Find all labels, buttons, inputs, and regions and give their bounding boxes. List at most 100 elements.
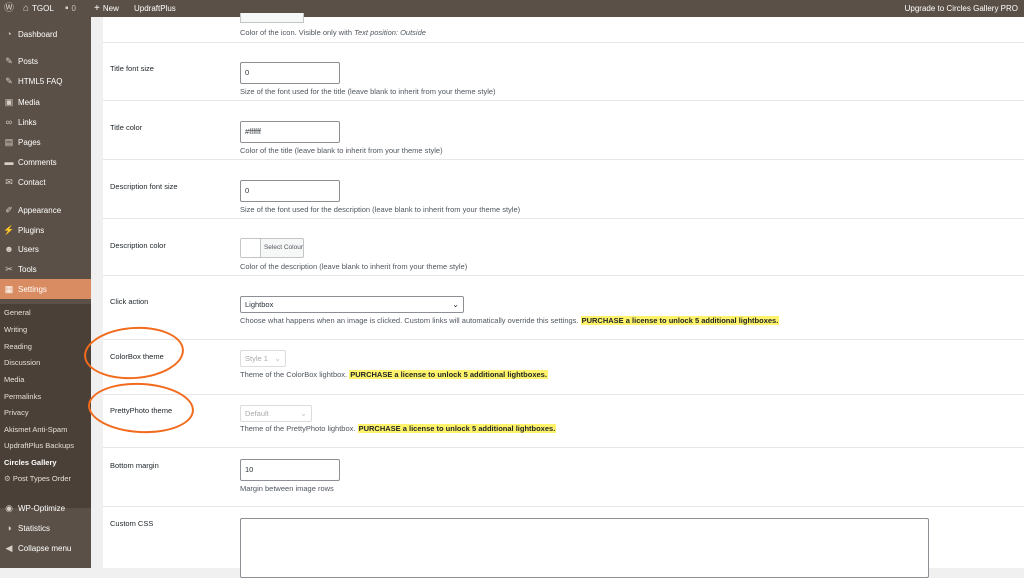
menu-label: Comments [18,157,57,167]
bottom-margin-desc: Margin between image rows [240,484,334,493]
gear-icon: ⚙ [4,474,11,483]
menu-media[interactable]: ▣ Media [0,92,91,112]
submenu-akismet[interactable]: Akismet Anti-Spam [4,425,67,434]
settings-submenu: General Writing Reading Discussion Media… [0,304,91,508]
description-color-label: Description color [110,241,166,250]
menu-label: Tools [18,264,37,274]
select-colour-label: Select Colour [263,244,303,251]
menu-wp-optimize[interactable]: ◉ WP-Optimize [0,498,91,518]
description-font-size-desc: Size of the font used for the descriptio… [240,205,521,214]
updraftplus-label: UpdraftPlus [134,4,176,13]
select-value: Lightbox [245,300,274,309]
desc-emphasis: Text position: Outside [354,28,426,37]
click-action-label: Click action [110,297,149,306]
submenu-permalinks[interactable]: Permalinks [4,392,41,401]
colorbox-theme-select[interactable]: Style 1 ⌄ [240,350,286,367]
bottom-margin-input[interactable]: 10 [240,459,340,481]
menu-html5faq[interactable]: ✎ HTML5 FAQ [0,71,91,91]
submenu-privacy[interactable]: Privacy [4,408,29,417]
desc-text: Color of the icon. Visible only with [240,28,355,37]
menu-label: Users [18,244,39,254]
prettyphoto-theme-desc: Theme of the PrettyPhoto lightbox. PURCH… [240,424,557,433]
submenu-circles-gallery[interactable]: Circles Gallery [4,458,57,467]
new-content-link[interactable]: + New [94,0,119,17]
home-icon: ⌂ [23,3,30,14]
settings-row-custom-css: Custom CSS [103,506,1024,578]
menu-label: Collapse menu [18,543,72,553]
menu-label: Dashboard [18,29,58,39]
click-action-desc: Choose what happens when an image is cli… [240,316,780,325]
menu-label: Media [18,97,40,107]
icon-color-desc: Color of the icon. Visible only with Tex… [240,28,426,37]
menu-appearance[interactable]: ✐ Appearance [0,200,91,220]
menu-statistics[interactable]: ◑ Statistics [0,518,91,538]
plugin-icon: ⚡ [3,224,15,235]
wp-optimize-icon: ◉ [5,502,13,513]
description-color-button[interactable]: Select Colour [240,238,304,258]
colorbox-theme-desc: Theme of the ColorBox lightbox. PURCHASE… [240,370,548,379]
menu-label: WP-Optimize [18,503,66,513]
submenu-reading[interactable]: Reading [4,342,32,351]
updraftplus-link[interactable]: UpdraftPlus [134,0,176,17]
menu-label: HTML5 FAQ [18,76,63,86]
submenu-label: Post Types Order [12,474,72,483]
chevron-down-icon: ⌄ [300,409,307,418]
chevron-down-icon: ⌄ [274,354,281,363]
menu-contact[interactable]: ✉ Contact [0,172,91,192]
wrench-icon: ✂ [5,263,13,274]
menu-label: Contact [18,177,46,187]
click-action-select[interactable]: Lightbox ⌄ [240,296,464,313]
mail-icon: ✉ [5,176,13,187]
submenu-general[interactable]: General [4,308,31,317]
menu-collapse[interactable]: ◀ Collapse menu [0,538,91,558]
settings-row-bottom-margin: Bottom margin 10 Margin between image ro… [103,447,1024,507]
menu-tools[interactable]: ✂ Tools [0,259,91,279]
menu-posts[interactable]: ✎ Posts [0,51,91,71]
icon-color-button[interactable] [240,13,304,23]
menu-comments[interactable]: ▬ Comments [0,152,91,172]
comment-icon: ▬ [4,157,14,167]
prettyphoto-theme-select[interactable]: Default ⌄ [240,405,312,422]
comment-icon: ▪ [65,3,69,14]
custom-css-label: Custom CSS [110,519,154,528]
title-color-input[interactable]: #ffffff [240,121,340,143]
title-font-size-input[interactable]: 0 [240,62,340,84]
menu-pages[interactable]: ▤ Pages [0,132,91,152]
pages-icon: ▤ [4,136,14,147]
site-name: TGOL [32,4,54,13]
desc-text: Theme of the ColorBox lightbox. [240,370,348,379]
select-value: Default [245,409,269,418]
menu-settings[interactable]: ▦ Settings [0,279,91,299]
settings-row-icon-color: Color of the icon. Visible only with Tex… [103,13,1024,43]
title-color-label: Title color [110,123,143,132]
select-value: Style 1 [245,354,268,363]
description-font-size-input[interactable]: 0 [240,180,340,202]
submenu-discussion[interactable]: Discussion [4,358,40,367]
color-swatch [241,239,261,257]
menu-label: Pages [18,137,41,147]
submenu-updraftplus-backups[interactable]: UpdraftPlus Backups [4,441,74,450]
submenu-media[interactable]: Media [4,375,24,384]
site-name-link[interactable]: ⌂ TGOL [23,0,54,17]
admin-bar: Ⓦ ⌂ TGOL ▪ 0 + New UpdraftPlus Upgrade t… [0,0,1024,17]
settings-content: Color of the icon. Visible only with Tex… [82,13,1024,578]
menu-links[interactable]: ∞ Links [0,112,91,132]
custom-css-textarea[interactable] [240,518,929,578]
wordpress-logo[interactable]: Ⓦ [4,0,14,17]
comments-link[interactable]: ▪ 0 [65,0,76,17]
link-icon: ∞ [5,117,13,127]
submenu-post-types-order[interactable]: ⚙ Post Types Order [4,474,71,483]
menu-plugins[interactable]: ⚡ Plugins [0,220,91,240]
settings-row-title-color: Title color #ffffff Color of the title (… [103,100,1024,160]
purchase-promo: PURCHASE a license to unlock 5 additiona… [349,370,548,379]
submenu-writing[interactable]: Writing [4,325,27,334]
media-icon: ▣ [4,96,14,107]
menu-dashboard[interactable]: ◔ Dashboard [0,24,91,44]
title-font-size-desc: Size of the font used for the title (lea… [240,87,496,96]
title-color-desc: Color of the title (leave blank to inher… [240,146,443,155]
settings-row-colorbox-theme: ColorBox theme Style 1 ⌄ Theme of the Co… [103,339,1024,395]
plus-icon: + [94,3,100,14]
menu-label: Links [18,117,37,127]
upgrade-link[interactable]: Upgrade to Circles Gallery PRO [905,0,1018,17]
menu-users[interactable]: ☻ Users [0,239,91,259]
